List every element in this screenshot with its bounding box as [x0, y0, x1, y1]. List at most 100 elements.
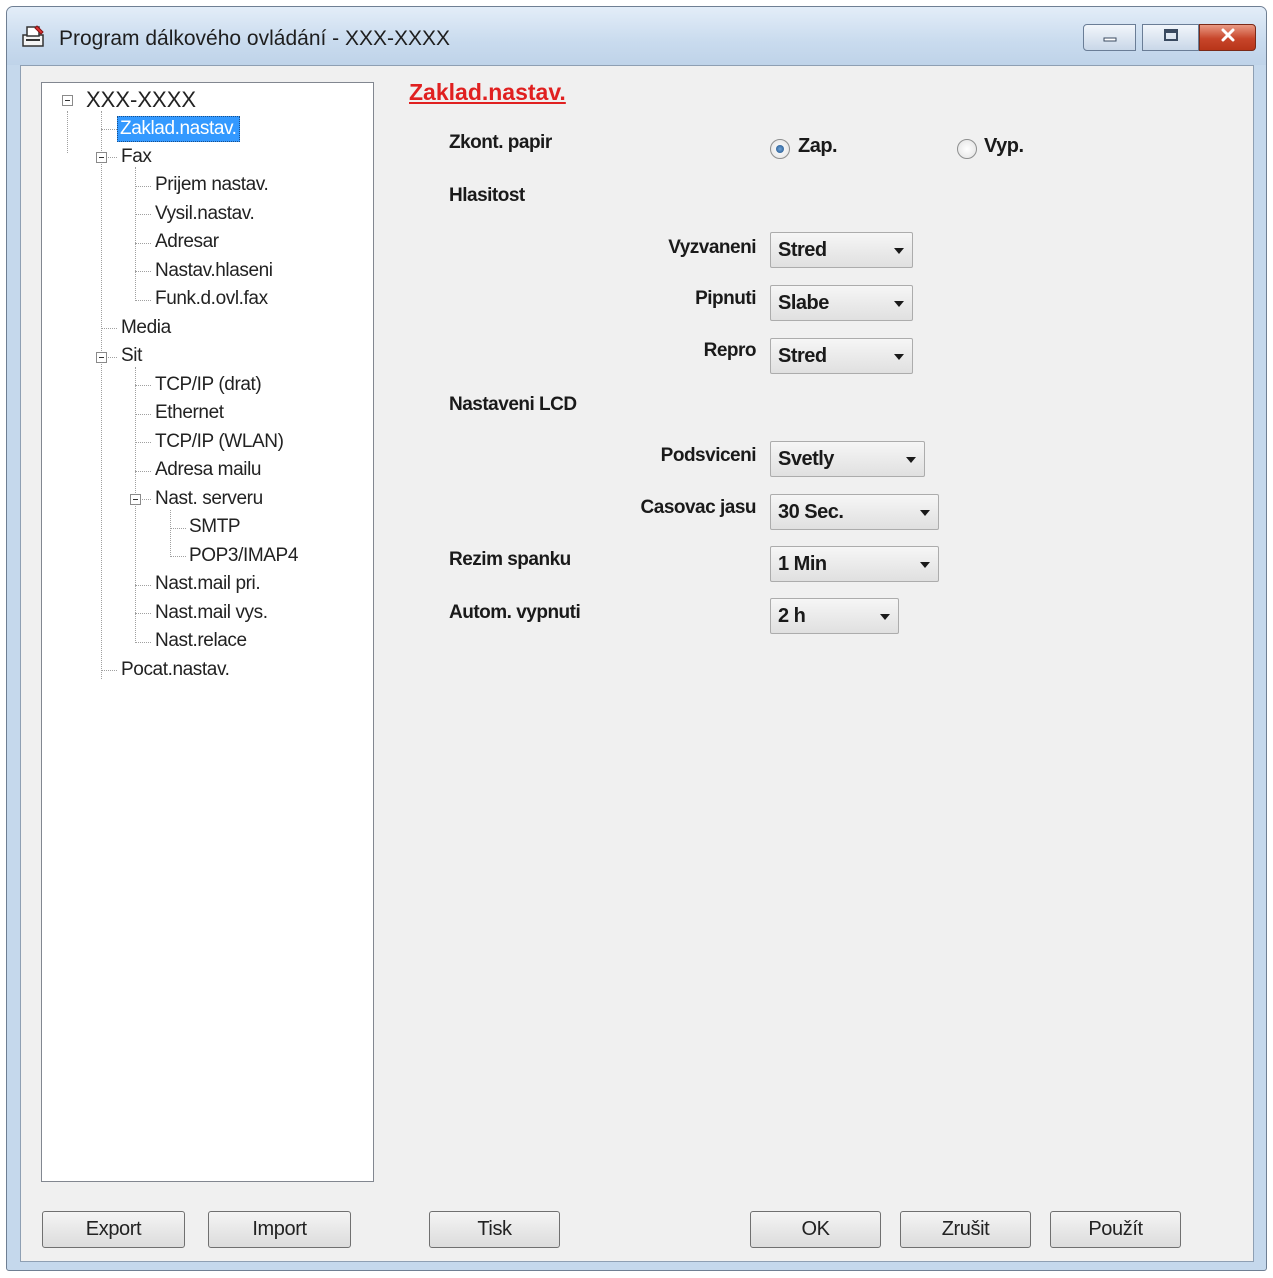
tree-connector [135, 385, 151, 386]
repro-label: Repro [703, 340, 757, 361]
tree-item-fax[interactable]: Fax [119, 145, 153, 169]
casovac-jasu-select[interactable]: 30 Sec. [770, 494, 939, 530]
print-button[interactable]: Tisk [429, 1211, 560, 1248]
rezim-spanku-select[interactable]: 1 Min [770, 546, 939, 582]
tree-collapse-icon[interactable] [62, 95, 73, 106]
tree-item-nast-mail-vys[interactable]: Nast.mail vys. [153, 601, 270, 625]
vyzvaneni-value: Stred [778, 239, 827, 261]
casovac-jasu-value: 30 Sec. [778, 501, 844, 523]
chevron-down-icon [906, 457, 916, 463]
tree-connector [135, 214, 151, 215]
cancel-button[interactable]: Zrušit [900, 1211, 1031, 1248]
import-button[interactable]: Import [208, 1211, 351, 1248]
tree-item-nastav-hlaseni[interactable]: Nastav.hlaseni [153, 259, 275, 283]
chevron-down-icon [894, 354, 904, 360]
vyzvaneni-select[interactable]: Stred [770, 232, 913, 268]
zkont-papir-label: Zkont. papir [449, 132, 552, 153]
tree-connector [67, 111, 68, 153]
ok-button[interactable]: OK [750, 1211, 881, 1248]
tree-item-tcpip-wlan[interactable]: TCP/IP (WLAN) [153, 430, 286, 454]
repro-value: Stred [778, 345, 827, 367]
title-bar[interactable]: Program dálkového ovládání - XXX-XXXX [7, 7, 1266, 65]
tree-item-adresar[interactable]: Adresar [153, 230, 221, 254]
chevron-down-icon [880, 614, 890, 620]
close-button[interactable] [1199, 24, 1256, 51]
chevron-down-icon [920, 562, 930, 568]
tree-connector [170, 528, 186, 529]
zkont-papir-on-label[interactable]: Zap. [798, 135, 838, 158]
tree-item-smtp[interactable]: SMTP [187, 515, 242, 539]
hlasitost-heading: Hlasitost [449, 185, 525, 206]
maximize-button[interactable] [1142, 24, 1199, 51]
tree-connector [135, 186, 151, 187]
printer-remote-icon [21, 24, 47, 50]
podsviceni-select[interactable]: Svetly [770, 441, 925, 477]
chevron-down-icon [920, 510, 930, 516]
section-title: Zaklad.nastav. [409, 79, 566, 105]
tree-item-adresa-mailu[interactable]: Adresa mailu [153, 458, 263, 482]
tree-connector [135, 471, 151, 472]
tree-connector [135, 442, 151, 443]
tree-connector [135, 300, 151, 301]
tree-connector [101, 670, 117, 671]
tree-connector [101, 129, 117, 130]
tree-connector [101, 111, 102, 679]
close-icon [1220, 28, 1236, 47]
tree-item-nast-mail-pri[interactable]: Nast.mail pri. [153, 572, 262, 596]
window-title: Program dálkového ovládání - XXX-XXXX [59, 27, 451, 50]
autom-vypnuti-select[interactable]: 2 h [770, 598, 899, 634]
maximize-icon [1163, 28, 1179, 47]
export-button[interactable]: Export [42, 1211, 185, 1248]
pipnuti-value: Slabe [778, 292, 829, 314]
autom-vypnuti-value: 2 h [778, 605, 806, 627]
tree-root-device[interactable]: XXX-XXXX [84, 88, 198, 112]
remote-setup-window: Program dálkového ovládání - XXX-XXXX XX… [6, 6, 1267, 1271]
tree-item-funk-d-ovl-fax[interactable]: Funk.d.ovl.fax [153, 287, 270, 311]
tree-connector [135, 613, 151, 614]
chevron-down-icon [894, 248, 904, 254]
dialog-client-area: XXX-XXXX Zaklad.nastav. Fax Prijem nasta… [20, 65, 1254, 1262]
tree-connector [135, 167, 136, 301]
tree-item-zaklad-nastav[interactable]: Zaklad.nastav. [117, 116, 240, 142]
tree-connector [135, 367, 136, 643]
settings-tree[interactable]: XXX-XXXX Zaklad.nastav. Fax Prijem nasta… [41, 82, 374, 1182]
tree-item-sit[interactable]: Sit [119, 344, 144, 368]
autom-vypnuti-label: Autom. vypnuti [449, 602, 581, 623]
zkont-papir-off-label[interactable]: Vyp. [984, 135, 1024, 158]
tree-connector [101, 328, 117, 329]
tree-item-pop3-imap4[interactable]: POP3/IMAP4 [187, 544, 300, 568]
apply-button[interactable]: Použít [1050, 1211, 1181, 1248]
chevron-down-icon [894, 301, 904, 307]
tree-connector [135, 642, 151, 643]
pipnuti-select[interactable]: Slabe [770, 285, 913, 321]
tree-item-ethernet[interactable]: Ethernet [153, 401, 226, 425]
minimize-icon [1102, 29, 1118, 47]
tree-collapse-icon[interactable] [96, 152, 107, 163]
tree-item-pocat-nastav[interactable]: Pocat.nastav. [119, 658, 232, 682]
zkont-papir-on-radio[interactable] [770, 139, 790, 159]
tree-item-prijem-nastav[interactable]: Prijem nastav. [153, 173, 270, 197]
tree-connector [135, 585, 151, 586]
pipnuti-label: Pipnuti [695, 288, 756, 309]
tree-item-vysil-nastav[interactable]: Vysil.nastav. [153, 202, 256, 226]
tree-connector [135, 243, 151, 244]
zkont-papir-off-radio[interactable] [957, 139, 977, 159]
tree-connector [170, 556, 186, 557]
tree-item-tcpip-drat[interactable]: TCP/IP (drat) [153, 373, 263, 397]
rezim-spanku-label: Rezim spanku [449, 549, 571, 570]
nastaveni-lcd-heading: Nastaveni LCD [449, 394, 577, 415]
tree-connector [135, 271, 151, 272]
repro-select[interactable]: Stred [770, 338, 913, 374]
tree-item-media[interactable]: Media [119, 316, 173, 340]
tree-item-nast-serveru[interactable]: Nast. serveru [153, 487, 265, 511]
podsviceni-label: Podsviceni [660, 445, 757, 466]
tree-item-nast-relace[interactable]: Nast.relace [153, 629, 249, 653]
tree-collapse-icon[interactable] [130, 494, 141, 505]
podsviceni-value: Svetly [778, 448, 834, 470]
tree-connector [170, 510, 171, 557]
vyzvaneni-label: Vyzvaneni [668, 237, 756, 258]
casovac-jasu-label: Casovac jasu [640, 497, 757, 518]
tree-connector [135, 414, 151, 415]
tree-collapse-icon[interactable] [96, 352, 107, 363]
minimize-button[interactable] [1083, 24, 1136, 51]
